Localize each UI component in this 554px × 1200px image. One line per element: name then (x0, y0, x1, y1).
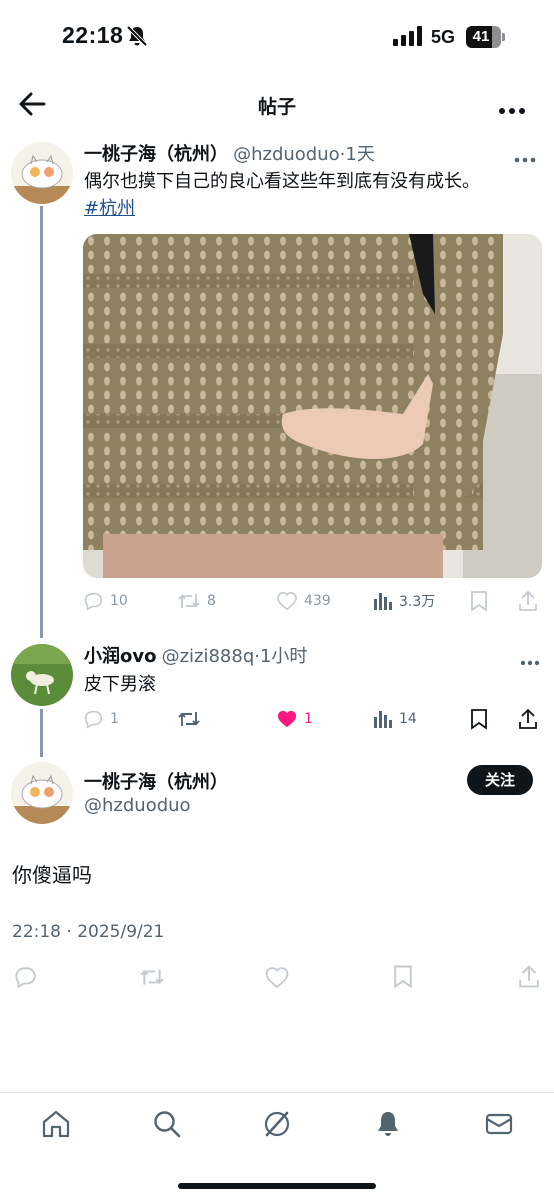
share-button[interactable] (518, 586, 538, 616)
reply-button[interactable]: 1 (82, 704, 119, 734)
bookmark-button[interactable] (470, 704, 488, 734)
reply-time: ·1小时 (254, 646, 308, 667)
share-button[interactable] (518, 704, 538, 734)
like-button[interactable]: 1 (276, 704, 313, 734)
silent-bell-icon (126, 25, 148, 51)
main-timestamp: 22:18 · 2025/9/21 (12, 922, 165, 942)
tweet-actions: 10 8 439 3.3万 (82, 586, 542, 616)
network-label: 5G (431, 27, 456, 47)
views-count: 14 (399, 711, 417, 727)
reply-count: 10 (110, 593, 128, 609)
views-icon (373, 591, 393, 611)
tweet-more-icon[interactable] (514, 148, 536, 167)
bookmark-button[interactable] (470, 586, 488, 616)
battery-level: 41 (472, 28, 490, 45)
retweet-button[interactable]: 8 (177, 586, 216, 616)
main-tweet-text: 你傻逼吗 (12, 863, 92, 887)
reply-more-icon[interactable] (520, 651, 540, 670)
battery-icon: 41 (466, 26, 505, 48)
tweet-header: 一桃子海（杭州） @hzduoduo·1天 (84, 140, 504, 166)
reply-icon (82, 590, 104, 612)
reply-button[interactable]: 10 (82, 586, 128, 616)
hashtag-link[interactable]: #杭州 (84, 198, 135, 219)
search-icon[interactable] (152, 1109, 182, 1143)
reply-icon[interactable] (12, 964, 38, 994)
thread-line (40, 709, 43, 757)
share-icon[interactable] (518, 964, 540, 993)
avatar[interactable] (11, 142, 73, 204)
share-icon (518, 590, 538, 612)
main-author-name[interactable]: 一桃子海（杭州） (84, 768, 228, 794)
reply-author-handle[interactable]: @zizi888q (162, 646, 255, 667)
more-icon[interactable] (498, 100, 526, 119)
reply-count: 1 (110, 711, 119, 727)
avatar[interactable] (11, 644, 73, 706)
retweet-button[interactable] (177, 704, 201, 734)
heart-filled-icon (276, 709, 298, 729)
reply-author-name[interactable]: 小润ovo (84, 646, 156, 667)
views-icon (373, 709, 393, 729)
tweet-image[interactable] (83, 234, 542, 578)
tweet-text: 偶尔也摸下自己的良心看这些年到底有没有成长。 (84, 171, 480, 192)
main-actions (0, 958, 554, 998)
thread-line (40, 206, 43, 638)
views-button[interactable]: 3.3万 (373, 586, 435, 616)
tweet-time: ·1天 (339, 144, 375, 165)
status-bar: 22:18 5G 41 (0, 0, 554, 74)
bookmark-icon (470, 590, 488, 612)
views-count: 3.3万 (399, 594, 436, 610)
reply-text: 皮下男滚 (84, 674, 156, 695)
avatar[interactable] (11, 762, 73, 824)
reply-actions: 1 1 14 (82, 704, 542, 734)
follow-button[interactable]: 关注 (467, 765, 533, 795)
author-handle[interactable]: @hzduoduo (233, 144, 340, 165)
tweet-body: 偶尔也摸下自己的良心看这些年到底有没有成长。 #杭州 (84, 168, 544, 222)
page-title: 帖子 (257, 96, 296, 118)
home-icon[interactable] (41, 1109, 71, 1143)
main-author-handle[interactable]: @hzduoduo (84, 795, 191, 816)
signal-icon (393, 26, 423, 50)
notifications-bell-icon[interactable] (373, 1109, 403, 1143)
retweet-count: 8 (207, 593, 216, 609)
like-count: 1 (304, 711, 313, 727)
retweet-icon[interactable] (138, 965, 166, 993)
messages-envelope-icon[interactable] (484, 1109, 514, 1143)
home-indicator[interactable] (178, 1183, 376, 1189)
retweet-icon (177, 590, 201, 612)
reply-icon (82, 708, 104, 730)
heart-icon (276, 591, 298, 611)
like-count: 439 (304, 593, 331, 609)
bookmark-icon[interactable] (393, 964, 413, 993)
retweet-icon (177, 708, 201, 730)
top-nav: 帖子 (0, 80, 554, 128)
grok-icon[interactable] (262, 1109, 292, 1143)
status-time: 22:18 (62, 22, 124, 48)
author-name[interactable]: 一桃子海（杭州） (84, 144, 228, 165)
bookmark-icon (470, 708, 488, 730)
like-button[interactable]: 439 (276, 586, 331, 616)
heart-icon[interactable] (264, 966, 290, 993)
reply-header: 小润ovo @zizi888q·1小时 (84, 642, 504, 668)
share-icon (518, 708, 538, 730)
views-button[interactable]: 14 (373, 704, 417, 734)
